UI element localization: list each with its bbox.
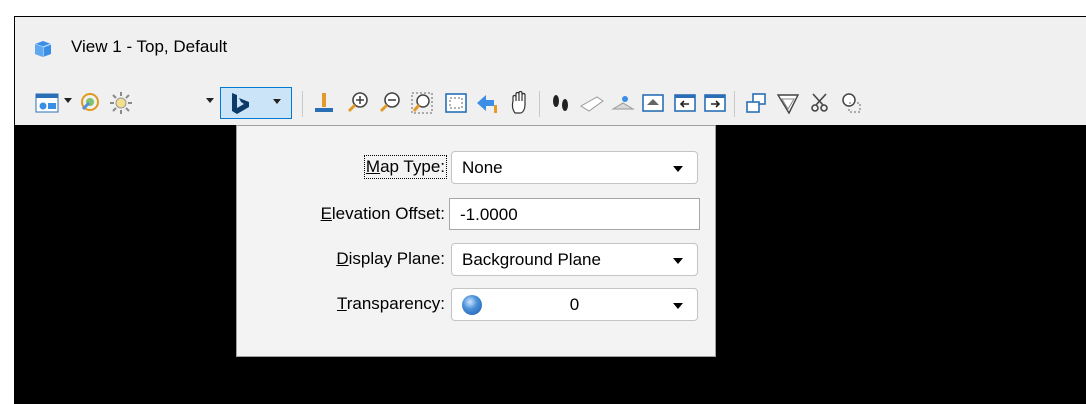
map-type-row: Map Type: None: [237, 151, 717, 187]
bing-maps-settings-panel: Map Type: None Elevation Offset: -1.0000…: [236, 125, 716, 357]
toolbar-separator: [539, 91, 540, 117]
bing-maps-button[interactable]: [220, 87, 292, 119]
view-previous-icon[interactable]: [578, 89, 606, 117]
map-type-value: None: [462, 158, 503, 177]
zoom-in-icon[interactable]: [344, 89, 372, 117]
view-toolbar: [15, 83, 1086, 125]
elevation-offset-label: Elevation Offset:: [320, 204, 445, 223]
window-title: View 1 - Top, Default: [71, 37, 228, 56]
view-window-icon: [34, 40, 52, 58]
camera-icon[interactable]: [837, 89, 865, 117]
clip-cut-icon[interactable]: [806, 89, 834, 117]
copy-view-icon[interactable]: [639, 89, 667, 117]
zoom-out-icon[interactable]: [376, 89, 404, 117]
transparency-select[interactable]: 0: [451, 288, 698, 321]
lights-dropdown-arrow[interactable]: [206, 98, 214, 103]
chevron-down-icon: [673, 166, 683, 172]
display-plane-label: Display Plane:: [336, 249, 445, 268]
elevation-offset-row: Elevation Offset: -1.0000: [237, 198, 717, 234]
rotate-view-icon[interactable]: [473, 89, 501, 117]
walk-icon[interactable]: [547, 89, 575, 117]
view-next-arrow-icon[interactable]: [701, 89, 729, 117]
view-window: View 1 - Top, Default Map Type: None Ele…: [14, 16, 1086, 404]
display-plane-select[interactable]: Background Plane: [451, 243, 698, 276]
map-type-select[interactable]: None: [451, 151, 698, 184]
chevron-down-icon: [673, 258, 683, 264]
bing-maps-icon: [227, 91, 253, 122]
title-bar[interactable]: View 1 - Top, Default: [15, 17, 1086, 83]
toolbar-separator: [302, 91, 303, 117]
display-style-icon[interactable]: [77, 89, 105, 117]
chevron-down-icon: [673, 303, 683, 309]
transparency-row: Transparency: 0: [237, 288, 717, 324]
elevation-offset-input[interactable]: -1.0000: [449, 198, 700, 230]
clip-mask-icon[interactable]: [774, 89, 802, 117]
transparency-value: 0: [569, 295, 580, 314]
map-type-label: Map Type:: [363, 155, 448, 179]
display-plane-row: Display Plane: Background Plane: [237, 243, 717, 279]
place-ruler-icon[interactable]: [310, 89, 338, 117]
transparency-label: Transparency:: [336, 294, 445, 313]
view-attributes-icon[interactable]: [33, 89, 61, 117]
view-previous-arrow-icon[interactable]: [671, 89, 699, 117]
lights-icon[interactable]: [107, 89, 135, 117]
clip-volume-icon[interactable]: [742, 89, 770, 117]
window-area-icon[interactable]: [408, 89, 436, 117]
bing-maps-dropdown-arrow[interactable]: [273, 99, 281, 104]
fit-view-icon[interactable]: [442, 89, 470, 117]
view-next-icon[interactable]: [609, 89, 637, 117]
view-attributes-dropdown-arrow[interactable]: [64, 98, 72, 103]
toolbar-separator: [734, 91, 735, 117]
elevation-offset-value: -1.0000: [460, 205, 518, 224]
display-plane-value: Background Plane: [462, 250, 601, 269]
pan-view-icon[interactable]: [506, 89, 534, 117]
